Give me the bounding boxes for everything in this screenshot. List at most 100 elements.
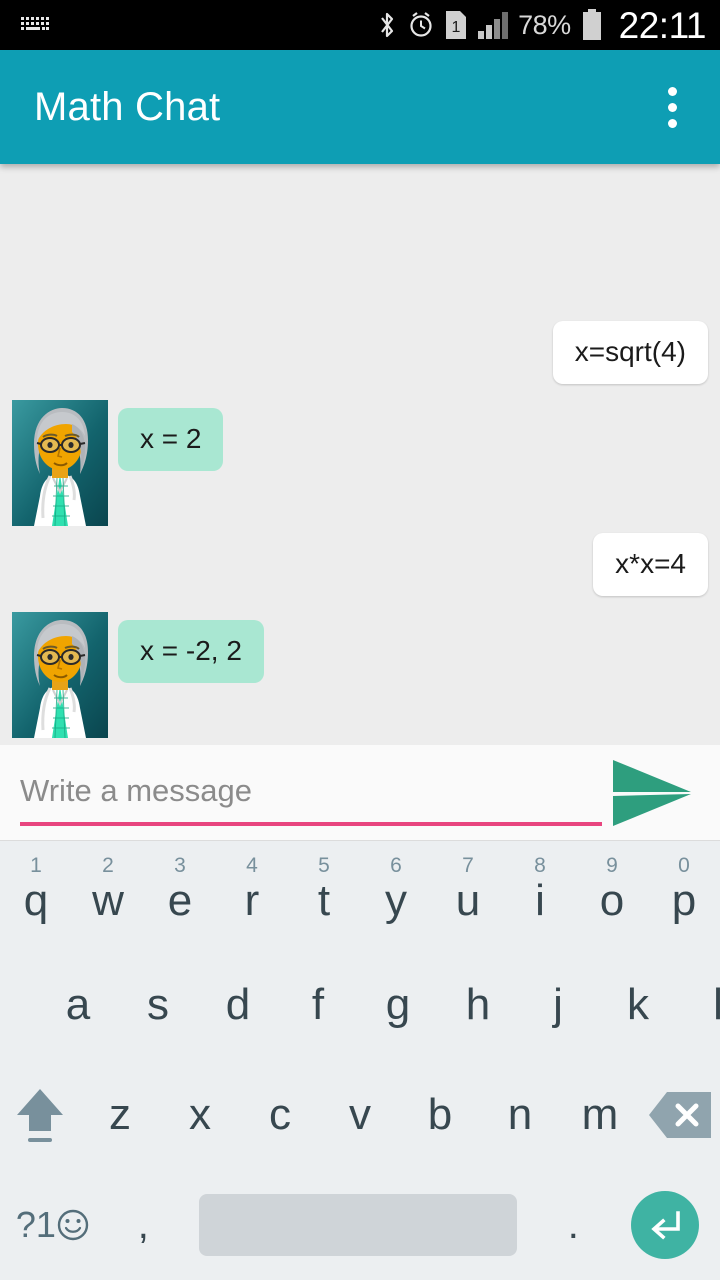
key-h[interactable]: h xyxy=(438,950,518,1060)
key-label: d xyxy=(225,980,251,1029)
shift-icon xyxy=(17,1089,63,1142)
key-j[interactable]: j xyxy=(518,950,598,1060)
shift-key[interactable] xyxy=(0,1060,80,1170)
key-hint: 3 xyxy=(174,854,186,877)
key-a[interactable]: a xyxy=(38,950,118,1060)
key-q[interactable]: 1q xyxy=(0,840,72,950)
key-t[interactable]: 5t xyxy=(288,840,360,950)
chat-message-outgoing[interactable]: x*x=4 xyxy=(593,533,708,596)
key-label: v xyxy=(349,1090,371,1139)
svg-text:1: 1 xyxy=(452,19,461,36)
overflow-menu-icon[interactable] xyxy=(640,75,704,139)
professor-avatar-image xyxy=(12,400,108,526)
key-v[interactable]: v xyxy=(320,1060,400,1170)
key-m[interactable]: m xyxy=(560,1060,640,1170)
key-w[interactable]: 2w xyxy=(72,840,144,950)
key-label: f xyxy=(311,980,325,1029)
soft-keyboard[interactable]: 1q 2w 3e 4r 5t 6y 7u 8i 9o 0p a s d f g … xyxy=(0,840,720,1280)
app-bar: Math Chat xyxy=(0,50,720,164)
symbols-label: ?1 xyxy=(15,1204,56,1245)
key-d[interactable]: d xyxy=(198,950,278,1060)
key-p[interactable]: 0p xyxy=(648,840,720,950)
keyboard-icon xyxy=(21,17,49,30)
send-icon xyxy=(613,759,691,826)
chat-message-outgoing[interactable]: x=sqrt(4) xyxy=(552,321,708,384)
key-label: i xyxy=(535,876,545,925)
keyboard-row-1: 1q 2w 3e 4r 5t 6y 7u 8i 9o 0p xyxy=(0,840,720,950)
key-label: q xyxy=(23,876,49,925)
send-button[interactable] xyxy=(604,751,700,835)
message-input[interactable]: Write a message xyxy=(20,760,602,826)
smiley-icon xyxy=(57,1209,89,1241)
key-label: t xyxy=(317,876,331,925)
professor-avatar-image xyxy=(12,612,108,738)
key-hint: 0 xyxy=(678,854,690,877)
chat-message-incoming[interactable]: x = 2 xyxy=(12,400,224,526)
keyboard-row-2: a s d f g h j k l xyxy=(0,950,720,1060)
status-bar-right: 1 78% 22:11 xyxy=(376,7,720,44)
key-b[interactable]: b xyxy=(400,1060,480,1170)
key-i[interactable]: 8i xyxy=(504,840,576,950)
key-hint: 8 xyxy=(534,854,546,877)
key-label: h xyxy=(465,980,491,1029)
phone-screen: 1 78% 22:11 Math Chat x=sqrt(4) x = 2 x*… xyxy=(0,0,720,1280)
period-key[interactable]: . xyxy=(536,1170,611,1280)
message-bubble: x = 2 xyxy=(118,408,224,471)
key-u[interactable]: 7u xyxy=(432,840,504,950)
key-label: e xyxy=(167,876,193,925)
spacebar xyxy=(199,1194,518,1256)
keyboard-row-3: z x c v b n m xyxy=(0,1060,720,1170)
key-y[interactable]: 6y xyxy=(360,840,432,950)
backspace-key[interactable] xyxy=(640,1060,720,1170)
key-f[interactable]: f xyxy=(278,950,358,1060)
comma-key[interactable]: , xyxy=(106,1170,181,1280)
key-c[interactable]: c xyxy=(240,1060,320,1170)
key-label: x xyxy=(189,1090,211,1139)
enter-key-circle xyxy=(631,1191,700,1259)
key-label: z xyxy=(109,1090,131,1139)
battery-percent: 78% xyxy=(518,9,571,40)
key-label: a xyxy=(65,980,91,1029)
key-label: p xyxy=(671,876,697,925)
key-label: n xyxy=(507,1090,533,1139)
key-label: m xyxy=(581,1090,619,1139)
overflow-dot xyxy=(667,118,677,128)
key-label: j xyxy=(553,980,563,1029)
key-hint: 1 xyxy=(30,854,42,877)
page-title: Math Chat xyxy=(34,84,221,129)
key-s[interactable]: s xyxy=(118,950,198,1060)
signal-icon xyxy=(478,12,509,39)
battery-icon xyxy=(582,9,601,40)
key-hint: 9 xyxy=(606,854,618,877)
key-l[interactable]: l xyxy=(678,950,720,1060)
key-k[interactable]: k xyxy=(598,950,678,1060)
backspace-icon xyxy=(649,1092,711,1138)
key-label: g xyxy=(385,980,411,1029)
key-label: s xyxy=(147,980,169,1029)
avatar xyxy=(12,400,108,526)
key-z[interactable]: z xyxy=(80,1060,160,1170)
key-g[interactable]: g xyxy=(358,950,438,1060)
chat-message-list[interactable]: x=sqrt(4) x = 2 x*x=4 x = -2, 2 xyxy=(0,164,720,745)
sim-1-icon: 1 xyxy=(446,11,467,39)
key-hint: 2 xyxy=(102,854,114,877)
key-label: r xyxy=(244,876,260,925)
message-input-placeholder: Write a message xyxy=(20,772,253,808)
key-label: , xyxy=(137,1202,149,1247)
key-label: l xyxy=(713,980,720,1029)
key-o[interactable]: 9o xyxy=(576,840,648,950)
enter-key[interactable] xyxy=(611,1170,720,1280)
key-r[interactable]: 4r xyxy=(216,840,288,950)
key-label: y xyxy=(385,876,407,925)
key-label: . xyxy=(567,1202,579,1247)
alarm-icon xyxy=(410,12,432,37)
space-key[interactable] xyxy=(181,1170,536,1280)
chat-message-incoming[interactable]: x = -2, 2 xyxy=(12,612,264,738)
symbols-key[interactable]: ?1 xyxy=(0,1170,106,1280)
key-label: b xyxy=(427,1090,453,1139)
status-bar-clock: 22:11 xyxy=(618,4,707,46)
enter-icon xyxy=(651,1211,681,1240)
key-x[interactable]: x xyxy=(160,1060,240,1170)
key-e[interactable]: 3e xyxy=(144,840,216,950)
key-n[interactable]: n xyxy=(480,1060,560,1170)
